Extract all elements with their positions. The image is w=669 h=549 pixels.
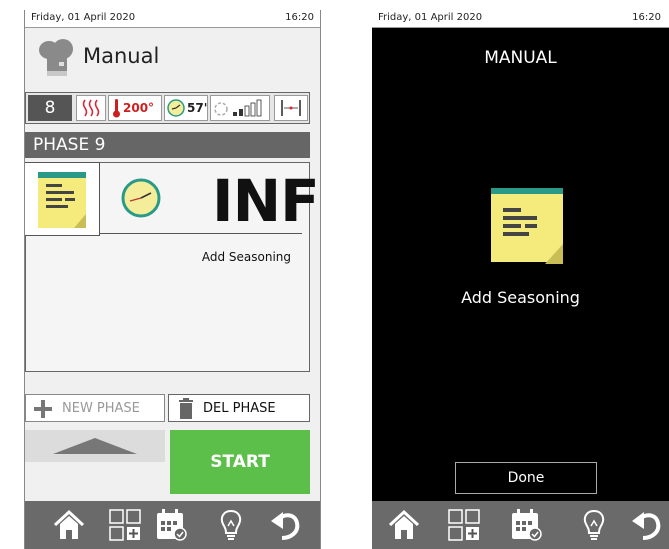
add-program-icon[interactable] <box>446 507 482 543</box>
new-phase-button[interactable]: NEW PHASE <box>25 394 165 422</box>
timer-icon <box>167 99 185 117</box>
fan-setting[interactable] <box>210 95 270 121</box>
status-bar: Friday, 01 April 2020 16:20 <box>372 10 669 28</box>
status-bar: Friday, 01 April 2020 16:20 <box>25 10 320 28</box>
note-icon <box>491 188 563 264</box>
vent-icon <box>281 100 301 116</box>
arrow-up-icon <box>53 438 137 454</box>
light-bulb-icon[interactable] <box>576 507 612 543</box>
vent-setting[interactable] <box>274 95 308 121</box>
divider <box>100 233 302 234</box>
temperature-setting[interactable]: 200° <box>108 95 162 121</box>
trash-icon <box>179 398 193 419</box>
steam-icon <box>82 99 100 117</box>
phase-number[interactable]: 8 <box>28 95 72 121</box>
fan-speed-icon <box>214 99 262 117</box>
phase-description: Add Seasoning <box>201 250 291 264</box>
manual-prompt-screen: Friday, 01 April 2020 16:20 MANUAL Add S… <box>372 10 669 549</box>
step-description: Add Seasoning <box>461 288 580 307</box>
phase-editor-screen: Friday, 01 April 2020 16:20 Manual 8 200… <box>24 10 321 549</box>
note-icon <box>38 172 86 228</box>
light-bulb-icon[interactable] <box>213 507 249 543</box>
phase-card[interactable]: INF Add Seasoning <box>25 162 320 372</box>
new-phase-label: NEW PHASE <box>62 401 140 416</box>
start-button[interactable]: START <box>170 430 310 494</box>
add-program-icon[interactable] <box>107 507 143 543</box>
home-icon[interactable] <box>51 507 87 543</box>
phase-header: PHASE 9 <box>25 132 310 158</box>
bottom-nav <box>25 501 320 549</box>
del-phase-button[interactable]: DEL PHASE <box>168 394 310 422</box>
time-value: 57' <box>187 101 208 115</box>
temperature-value: 200° <box>123 101 155 115</box>
back-icon[interactable] <box>630 507 666 543</box>
phase-params-bar: 8 200° 57' <box>25 92 310 124</box>
calendar-icon[interactable] <box>508 507 544 543</box>
clock-icon <box>121 178 161 218</box>
time-setting[interactable]: 57' <box>164 95 208 121</box>
del-phase-label: DEL PHASE <box>203 401 276 416</box>
plus-icon <box>34 400 52 418</box>
calendar-icon[interactable] <box>153 507 189 543</box>
phase-type-tile[interactable] <box>25 162 100 236</box>
page-title: Manual <box>83 44 160 68</box>
status-time: 16:20 <box>285 12 314 23</box>
status-date: Friday, 01 April 2020 <box>378 12 483 23</box>
page-title: MANUAL <box>484 48 557 68</box>
scroll-up-button[interactable] <box>25 430 165 462</box>
phase-duration: INF <box>212 167 320 235</box>
status-time: 16:20 <box>632 12 661 23</box>
steam-setting[interactable] <box>76 95 106 121</box>
chef-hat-icon <box>39 39 73 76</box>
done-button[interactable]: Done <box>455 462 597 494</box>
back-icon[interactable] <box>269 507 305 543</box>
bottom-nav <box>372 501 669 549</box>
home-icon[interactable] <box>386 507 422 543</box>
thermometer-icon <box>113 99 120 118</box>
status-date: Friday, 01 April 2020 <box>31 12 136 23</box>
